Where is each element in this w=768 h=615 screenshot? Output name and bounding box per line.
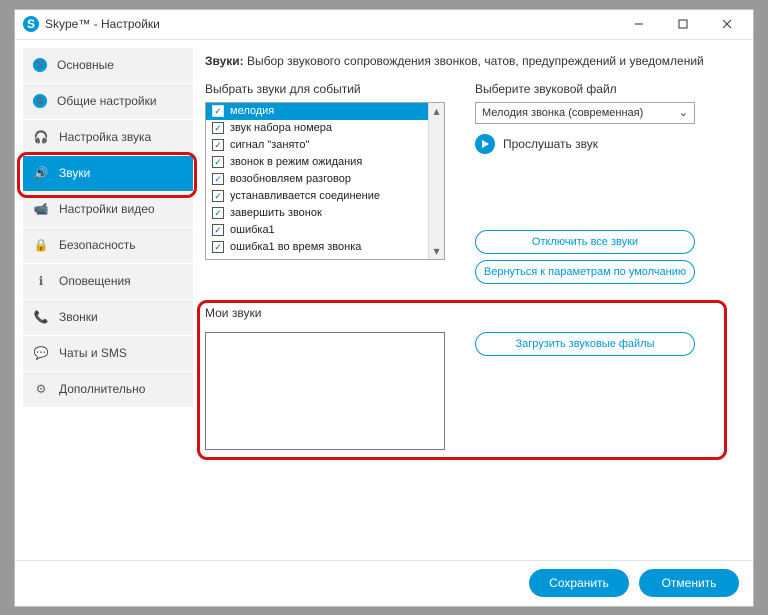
info-icon: ℹ [33, 274, 49, 288]
file-label: Выберите звуковой файл [475, 82, 745, 102]
sidebar-item-label: Звуки [59, 166, 90, 180]
scroll-down-icon[interactable]: ▾ [429, 243, 444, 259]
chat-icon: 💬 [33, 346, 49, 360]
close-button[interactable] [705, 10, 749, 38]
sidebar-item-label: Общие настройки [57, 94, 157, 108]
sidebar-item-chats-sms[interactable]: 💬 Чаты и SMS [23, 336, 193, 372]
list-item[interactable]: ✓ сигнал "занято" [206, 137, 444, 154]
sidebar-item-label: Безопасность [59, 238, 136, 252]
sidebar-item-general[interactable]: S Основные [23, 48, 193, 84]
sidebar-item-label: Настройки видео [59, 202, 155, 216]
page-title: Звуки: Выбор звукового сопровождения зво… [205, 48, 745, 82]
speaker-icon: 🔊 [33, 166, 49, 180]
list-item[interactable]: ✓ звук набора номера [206, 120, 444, 137]
skype-icon: S [33, 94, 47, 108]
list-item[interactable]: ✓ ошибка1 во время звонка [206, 239, 444, 256]
checkbox-icon[interactable]: ✓ [212, 156, 224, 168]
cancel-button[interactable]: Отменить [639, 569, 739, 597]
checkbox-icon[interactable]: ✓ [212, 105, 224, 117]
checkbox-icon[interactable]: ✓ [212, 207, 224, 219]
list-item[interactable]: ✓ мелодия [206, 103, 444, 120]
checkbox-icon[interactable]: ✓ [212, 241, 224, 253]
checkbox-icon[interactable]: ✓ [212, 122, 224, 134]
scrollbar[interactable]: ▴ ▾ [428, 103, 444, 259]
minimize-button[interactable] [617, 10, 661, 38]
save-button[interactable]: Сохранить [529, 569, 629, 597]
list-item[interactable]: ✓ звонок в режим ожидания [206, 154, 444, 171]
content-pane: Звуки: Выбор звукового сопровождения зво… [205, 48, 745, 552]
skype-icon: S [33, 58, 47, 72]
titlebar: S Skype™ - Настройки [15, 10, 753, 40]
checkbox-icon[interactable]: ✓ [212, 190, 224, 202]
my-sounds-section: Мои звуки Загрузить звуковые файлы [205, 306, 745, 450]
checkbox-icon[interactable]: ✓ [212, 224, 224, 236]
disable-all-sounds-button[interactable]: Отключить все звуки [475, 230, 695, 254]
sidebar-item-label: Основные [57, 58, 114, 72]
events-label: Выбрать звуки для событий [205, 82, 445, 102]
dialog-footer: Сохранить Отменить [15, 560, 753, 606]
settings-window: S Skype™ - Настройки S Основные S Общие … [14, 9, 754, 607]
sidebar-item-common-settings[interactable]: S Общие настройки [23, 84, 193, 120]
sidebar: S Основные S Общие настройки 🎧 Настройка… [23, 48, 193, 552]
maximize-button[interactable] [661, 10, 705, 38]
phone-icon: 📞 [33, 310, 49, 324]
list-item[interactable]: ✓ устанавливается соединение [206, 188, 444, 205]
scroll-up-icon[interactable]: ▴ [429, 103, 444, 119]
chevron-down-icon: ⌄ [679, 106, 688, 119]
lock-icon: 🔒 [33, 238, 49, 252]
list-item[interactable]: ✓ завершить звонок [206, 205, 444, 222]
reset-defaults-button[interactable]: Вернуться к параметрам по умолчанию [475, 260, 695, 284]
window-title: Skype™ - Настройки [45, 17, 160, 31]
video-icon: 📹 [33, 202, 49, 216]
sidebar-item-label: Оповещения [59, 274, 131, 288]
play-button[interactable] [475, 134, 495, 154]
skype-logo-icon: S [23, 16, 39, 32]
checkbox-icon[interactable]: ✓ [212, 173, 224, 185]
sidebar-item-label: Дополнительно [59, 382, 145, 396]
play-label: Прослушать звук [503, 137, 598, 151]
sidebar-item-label: Чаты и SMS [59, 346, 127, 360]
list-item[interactable]: ✓ возобновляем разговор [206, 171, 444, 188]
sidebar-item-video[interactable]: 📹 Настройки видео [23, 192, 193, 228]
upload-sounds-button[interactable]: Загрузить звуковые файлы [475, 332, 695, 356]
sidebar-item-advanced[interactable]: ⚙ Дополнительно [23, 372, 193, 408]
my-sounds-label: Мои звуки [205, 306, 745, 326]
list-item[interactable]: ✓ ошибка1 [206, 222, 444, 239]
sidebar-item-label: Звонки [59, 310, 98, 324]
gear-icon: ⚙ [33, 382, 49, 396]
headphones-icon: 🎧 [33, 130, 49, 144]
checkbox-icon[interactable]: ✓ [212, 139, 224, 151]
sidebar-item-sounds[interactable]: 🔊 Звуки [23, 156, 193, 192]
sidebar-item-notifications[interactable]: ℹ Оповещения [23, 264, 193, 300]
sound-file-select[interactable]: Мелодия звонка (современная) ⌄ [475, 102, 695, 124]
sidebar-item-audio-settings[interactable]: 🎧 Настройка звука [23, 120, 193, 156]
sidebar-item-calls[interactable]: 📞 Звонки [23, 300, 193, 336]
sidebar-item-security[interactable]: 🔒 Безопасность [23, 228, 193, 264]
events-listbox[interactable]: ✓ мелодия ✓ звук набора номера ✓ сигнал … [205, 102, 445, 260]
my-sounds-listbox[interactable] [205, 332, 445, 450]
play-icon [480, 139, 490, 149]
sidebar-item-label: Настройка звука [59, 130, 151, 144]
